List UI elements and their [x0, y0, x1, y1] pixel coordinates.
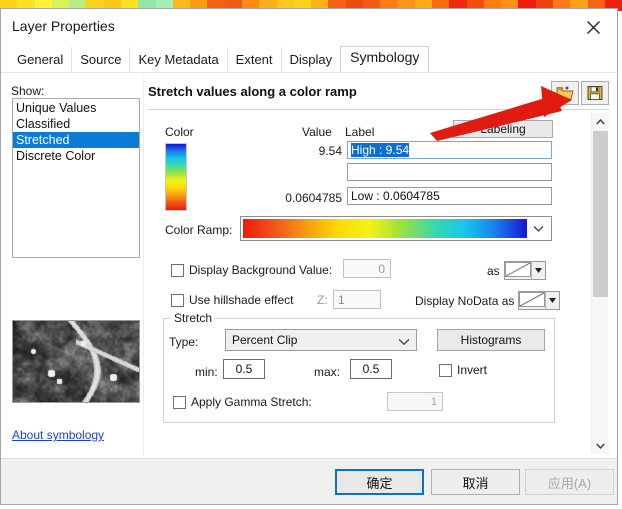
- display-background-value-label: Display Background Value:: [189, 263, 333, 277]
- background-as-label: as: [487, 263, 500, 278]
- stretch-type-value: Percent Clip: [232, 333, 298, 347]
- stretch-type-label: Type:: [169, 335, 199, 349]
- gamma-value-input[interactable]: 1: [387, 392, 443, 411]
- use-hillshade-effect-row[interactable]: Use hillshade effect: [171, 293, 294, 307]
- high-label-input[interactable]: High : 9.54: [347, 141, 552, 159]
- background-as-row: as: [487, 261, 546, 280]
- color-ramp-label: Color Ramp:: [165, 223, 233, 237]
- cancel-button[interactable]: 取消: [431, 469, 520, 495]
- z-label: Z:: [317, 293, 328, 307]
- chevron-up-icon[interactable]: [592, 113, 609, 130]
- show-item-stretched[interactable]: Stretched: [13, 132, 139, 148]
- symbology-toolbar: [551, 81, 609, 105]
- min-input[interactable]: 0.5: [223, 359, 265, 379]
- dialog-footer: 确定 取消 应用(A): [1, 458, 617, 504]
- color-ramp-dropdown[interactable]: [240, 216, 552, 241]
- background-value-input[interactable]: 0: [343, 259, 391, 278]
- content-vertical-scrollbar[interactable]: [591, 113, 609, 454]
- tab-symbology[interactable]: Symbology: [340, 46, 430, 73]
- apply-button[interactable]: 应用(A): [525, 469, 614, 495]
- left-panel-divider: [143, 77, 144, 455]
- ok-button[interactable]: 确定: [335, 469, 424, 495]
- apply-gamma-stretch-label: Apply Gamma Stretch:: [191, 395, 312, 409]
- invert-row[interactable]: Invert: [439, 363, 487, 377]
- stretch-type-dropdown[interactable]: Percent Clip: [225, 329, 417, 351]
- max-input[interactable]: 0.5: [350, 359, 392, 379]
- chevron-down-icon[interactable]: [527, 219, 549, 238]
- layer-properties-dialog: Layer Properties General Source Key Metada…: [0, 8, 618, 505]
- dialog-title: Layer Properties: [12, 18, 115, 34]
- scrollbar-thumb[interactable]: [593, 131, 608, 297]
- color-column-header: Color: [165, 125, 194, 139]
- invert-checkbox[interactable]: [439, 363, 452, 377]
- invert-label: Invert: [457, 363, 488, 377]
- no-color-swatch-icon: [519, 292, 547, 309]
- tab-bar: General Source Key Metadata Extent Display Sy…: [1, 45, 617, 73]
- about-symbology-link[interactable]: About symbology: [12, 428, 104, 442]
- dialog-titlebar: Layer Properties: [1, 9, 617, 45]
- symbology-header: Stretch values along a color ramp: [147, 81, 609, 107]
- symbology-content-panel: Color Value Label Labeling 9.54 0.060478…: [147, 113, 593, 454]
- chevron-down-icon[interactable]: [531, 262, 545, 279]
- low-label-input[interactable]: Low : 0.0604785: [347, 187, 552, 205]
- tab-extent[interactable]: Extent: [226, 47, 281, 73]
- background-color-swatch-dropdown[interactable]: [503, 261, 546, 280]
- label-column-header: Label: [345, 125, 375, 139]
- display-background-value-row[interactable]: Display Background Value:: [171, 263, 332, 277]
- tab-key-metadata[interactable]: Key Metadata: [129, 47, 227, 73]
- dialog-body: Show: Unique Values Classified Stretched Di…: [1, 73, 617, 458]
- show-item-discrete-color[interactable]: Discrete Color: [13, 148, 139, 164]
- chevron-down-icon[interactable]: [398, 335, 410, 349]
- stretch-group-title: Stretch: [171, 311, 216, 325]
- close-icon[interactable]: [573, 13, 613, 41]
- z-input[interactable]: 1: [333, 290, 381, 309]
- nodata-color-swatch-dropdown[interactable]: [518, 291, 561, 310]
- display-background-value-checkbox[interactable]: [171, 263, 184, 277]
- low-value: 0.0604785: [285, 191, 342, 205]
- chevron-down-icon[interactable]: [546, 292, 560, 309]
- header-rule: [147, 109, 609, 110]
- display-nodata-as-row: Display NoData as: [415, 291, 561, 310]
- high-label-text: High : 9.54: [351, 143, 410, 157]
- high-value: 9.54: [318, 144, 342, 158]
- tab-general[interactable]: General: [9, 47, 72, 73]
- save-disk-icon[interactable]: [581, 81, 609, 105]
- use-hillshade-effect-label: Use hillshade effect: [189, 293, 294, 307]
- histograms-button[interactable]: Histograms: [437, 329, 545, 351]
- apply-gamma-stretch-checkbox[interactable]: [173, 395, 186, 409]
- labeling-button[interactable]: Labeling: [453, 120, 553, 138]
- tab-source[interactable]: Source: [71, 47, 130, 73]
- min-label: min:: [195, 365, 218, 379]
- chevron-down-icon[interactable]: [592, 437, 609, 454]
- use-hillshade-effect-checkbox[interactable]: [171, 293, 184, 307]
- show-label: Show:: [11, 84, 45, 98]
- horizontal-color-ramp: [243, 219, 527, 238]
- low-label-text: Low : 0.0604785: [351, 189, 440, 203]
- show-item-classified[interactable]: Classified: [13, 116, 139, 132]
- import-folder-icon[interactable]: [551, 81, 579, 105]
- show-item-unique-values[interactable]: Unique Values: [13, 100, 139, 116]
- symbology-preview: [12, 320, 140, 403]
- vertical-color-ramp: [165, 143, 187, 211]
- no-color-swatch-icon: [504, 262, 532, 279]
- apply-gamma-stretch-row[interactable]: Apply Gamma Stretch:: [173, 395, 312, 409]
- display-nodata-as-label: Display NoData as: [415, 293, 515, 308]
- mid-label-input[interactable]: [347, 163, 552, 181]
- value-column-header: Value: [302, 125, 332, 139]
- show-list[interactable]: Unique Values Classified Stretched Discrete…: [12, 98, 140, 258]
- tab-display[interactable]: Display: [280, 47, 341, 73]
- symbology-title: Stretch values along a color ramp: [148, 84, 357, 99]
- max-label: max:: [314, 365, 341, 379]
